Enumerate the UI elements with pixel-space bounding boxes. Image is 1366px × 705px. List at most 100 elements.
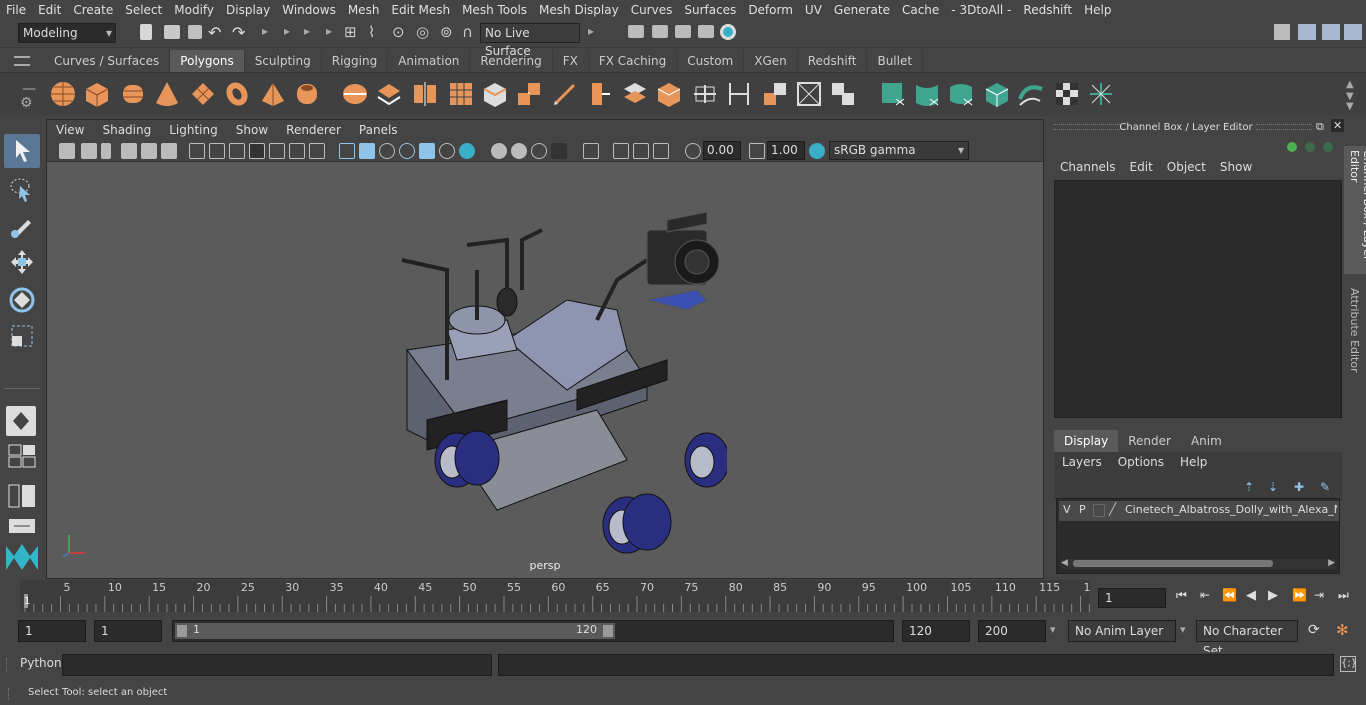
wireframe-icon[interactable]	[339, 143, 355, 159]
range-slider-handle[interactable]: 1 120	[175, 623, 615, 639]
snap-grid-icon[interactable]: ⊞	[344, 23, 357, 41]
layer-menu-help[interactable]: Help	[1180, 455, 1207, 469]
menu-cache[interactable]: Cache	[896, 0, 945, 20]
frame-all-icon[interactable]	[653, 143, 669, 159]
snap-curve-icon[interactable]: ⌇	[368, 23, 375, 41]
exposure-field[interactable]: 0.00	[703, 141, 741, 160]
xray-active-icon[interactable]	[633, 143, 649, 159]
menu-mesh-tools[interactable]: Mesh Tools	[456, 0, 533, 20]
collapse-icon[interactable]	[794, 79, 824, 109]
step-forward-frame-icon[interactable]: ⏩	[1292, 588, 1307, 602]
tab-bullet[interactable]: Bullet	[867, 50, 924, 72]
layer-row[interactable]: V P ╱ Cinetech_Albatross_Dolly_with_Alex…	[1059, 501, 1339, 521]
field-chart-icon[interactable]	[269, 143, 285, 159]
tab-custom[interactable]: Custom	[677, 50, 745, 72]
time-slider-track[interactable]: 5 10 15 20 25 30 35 40 45 50 55 60 65 70 75 80 85 90 95 100…	[20, 580, 1090, 612]
lasso-tool-icon[interactable]	[6, 174, 38, 206]
channel-list[interactable]	[1054, 180, 1342, 418]
playback-start-field[interactable]: 1	[94, 620, 162, 642]
connect-icon[interactable]	[724, 79, 754, 109]
x-ray-icon[interactable]	[419, 143, 435, 159]
poly-pipe-icon[interactable]	[292, 79, 322, 109]
snap-point-icon[interactable]: ⊙	[392, 23, 405, 41]
anim-layer-dropdown[interactable]: No Anim Layer	[1068, 620, 1176, 642]
render-settings-icon[interactable]	[698, 25, 714, 38]
menu-mesh[interactable]: Mesh	[342, 0, 386, 20]
use-all-lights-icon[interactable]	[439, 143, 455, 159]
layer-name[interactable]: Cinetech_Albatross_Dolly_with_Alexa_Min	[1125, 503, 1337, 516]
poly-cylinder-icon[interactable]	[118, 79, 148, 109]
tab-redshift[interactable]: Redshift	[798, 50, 868, 72]
auto-key-icon[interactable]: ⟳	[1308, 622, 1320, 638]
menu-3dtoall[interactable]: - 3DtoAll -	[945, 0, 1017, 20]
viewport-menu-renderer[interactable]: Renderer	[277, 120, 350, 140]
grease-pencil-icon[interactable]	[161, 143, 177, 159]
range-end-grip[interactable]	[603, 625, 613, 637]
anti-aliasing-icon[interactable]	[531, 143, 547, 159]
poly-cube-icon[interactable]	[82, 79, 112, 109]
gamma-field[interactable]: 1.00	[767, 141, 805, 160]
gate-mask-icon[interactable]	[249, 143, 265, 159]
wireframe-on-shaded-icon[interactable]	[399, 143, 415, 159]
viewport-menu-shading[interactable]: Shading	[93, 120, 160, 140]
shelf-menu-icon[interactable]	[14, 56, 30, 66]
ipr-render-icon[interactable]	[675, 25, 691, 38]
tab-curves-surfaces[interactable]: Curves / Surfaces	[44, 50, 171, 72]
viewport-menu-view[interactable]: View	[47, 120, 93, 140]
extrude-icon[interactable]	[480, 79, 510, 109]
render-frame-icon[interactable]	[628, 25, 644, 38]
fill-hole-icon[interactable]	[760, 79, 790, 109]
target-weld-icon[interactable]	[690, 79, 720, 109]
motion-blur-icon[interactable]	[511, 143, 527, 159]
paint-select-icon[interactable]	[6, 210, 38, 242]
time-slider[interactable]: 5 10 15 20 25 30 35 40 45 50 55 60 65 70 75 80 85 90 95 100…	[0, 580, 1366, 614]
go-to-start-icon[interactable]: ⏮	[1176, 588, 1187, 603]
step-forward-key-icon[interactable]: ⇥	[1314, 588, 1324, 602]
close-icon[interactable]: ✕	[1331, 119, 1345, 132]
menu-help[interactable]: Help	[1078, 0, 1117, 20]
play-forward-icon[interactable]: ▶	[1268, 588, 1278, 603]
viewport-menu-panels[interactable]: Panels	[350, 120, 407, 140]
shadows-icon[interactable]	[459, 143, 475, 159]
channel-box-menu-edit[interactable]: Edit	[1130, 160, 1161, 174]
layer-playback-toggle[interactable]: P	[1079, 503, 1086, 516]
channel-box-menu-show[interactable]: Show	[1220, 160, 1260, 174]
shelf-scroll-up-icon[interactable]: ▲	[1346, 79, 1354, 90]
attribute-editor-icon[interactable]	[1298, 24, 1316, 40]
poly-pyramid-icon[interactable]	[258, 79, 288, 109]
move-layer-down-icon[interactable]: ⇣	[1268, 480, 1278, 494]
gamma-icon[interactable]	[749, 143, 765, 159]
start-time-field[interactable]: 1	[18, 620, 86, 642]
move-tool-icon[interactable]	[6, 246, 38, 278]
triangulate-icon[interactable]	[828, 79, 858, 109]
menu-modify[interactable]: Modify	[168, 0, 220, 20]
new-layer-selected-icon[interactable]: ✎	[1320, 480, 1330, 494]
bridge-icon[interactable]	[514, 79, 544, 109]
select-tool-button[interactable]	[4, 134, 40, 168]
tab-xgen[interactable]: XGen	[744, 50, 798, 72]
menu-redshift[interactable]: Redshift	[1017, 0, 1078, 20]
uv-cylindrical-icon[interactable]	[912, 79, 942, 109]
xray-joints-icon[interactable]	[613, 143, 629, 159]
insert-edge-loop-icon[interactable]	[584, 79, 614, 109]
layer-tab-display[interactable]: Display	[1054, 430, 1119, 452]
menu-file[interactable]: File	[0, 0, 32, 20]
panel-mode-icons[interactable]	[1282, 140, 1338, 154]
layer-type-toggle[interactable]	[1093, 504, 1105, 517]
redo-icon[interactable]: ↷	[232, 23, 245, 42]
depth-of-field-icon[interactable]	[551, 143, 567, 159]
menu-edit[interactable]: Edit	[32, 0, 67, 20]
uv-auto-icon[interactable]	[982, 79, 1012, 109]
tab-rendering[interactable]: Rendering	[470, 50, 553, 72]
preferences-icon[interactable]: ✻	[1336, 621, 1349, 639]
tab-rigging[interactable]: Rigging	[322, 50, 389, 72]
four-view-layout-icon[interactable]	[8, 444, 36, 468]
uv-checker-icon[interactable]	[1052, 79, 1082, 109]
chevron-down-icon[interactable]: ▾	[1050, 623, 1056, 636]
menu-windows[interactable]: Windows	[276, 0, 342, 20]
exposure-icon[interactable]	[685, 143, 701, 159]
live-surface-field[interactable]: No Live Surface	[480, 23, 580, 58]
undo-icon[interactable]: ↶	[208, 23, 221, 42]
language-toggle[interactable]: Python	[20, 656, 62, 670]
bevel-icon[interactable]	[654, 79, 684, 109]
